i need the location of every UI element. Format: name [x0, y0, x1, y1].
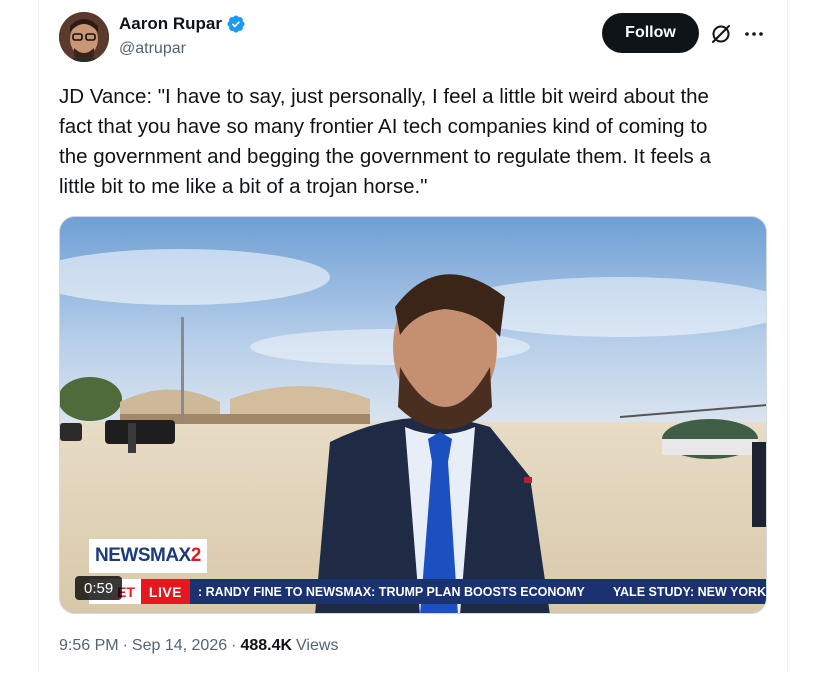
views-count[interactable]: 488.4K	[240, 637, 292, 655]
newsmax-logo: NEWSMAX 2	[89, 539, 207, 573]
tweet-meta: 9:56 PM · Sep 14, 2026 · 488.4K Views	[59, 637, 338, 655]
user-avatar[interactable]	[59, 12, 109, 62]
ticker-live-badge: LIVE	[140, 579, 191, 604]
follow-button[interactable]: Follow	[602, 13, 699, 53]
author-display-name[interactable]: Aaron Rupar	[119, 14, 222, 34]
ticker-headline-1: : RANDY FINE TO NEWSMAX: TRUMP PLAN BOOS…	[198, 584, 585, 599]
meta-separator: ·	[122, 637, 128, 654]
video-duration-badge: 0:59	[75, 576, 123, 600]
newsmax-logo-main: NEWSMAX	[95, 545, 191, 566]
tweet-text: JD Vance: "I have to say, just personall…	[59, 85, 711, 198]
more-options-icon[interactable]	[742, 22, 766, 46]
news-ticker: ET LIVE : RANDY FINE TO NEWSMAX: TRUMP P…	[89, 579, 767, 604]
author-handle[interactable]: @atrupar	[119, 40, 186, 58]
video-player[interactable]: NEWSMAX 2 ET LIVE : RANDY FINE TO NEWSMAX…	[59, 216, 767, 614]
tweet-date[interactable]: Sep 14, 2026	[132, 637, 227, 655]
newsmax-logo-suffix: 2	[190, 545, 202, 566]
views-label: Views	[296, 637, 339, 654]
tweet-time[interactable]: 9:56 PM	[59, 637, 119, 655]
author-name-row[interactable]: Aaron Rupar	[119, 14, 246, 34]
meta-separator: ·	[231, 637, 237, 654]
verified-badge-icon	[226, 14, 246, 34]
grok-icon[interactable]	[709, 22, 733, 46]
ticker-headline-2: YALE STUDY: NEW YORK TI	[612, 584, 767, 599]
